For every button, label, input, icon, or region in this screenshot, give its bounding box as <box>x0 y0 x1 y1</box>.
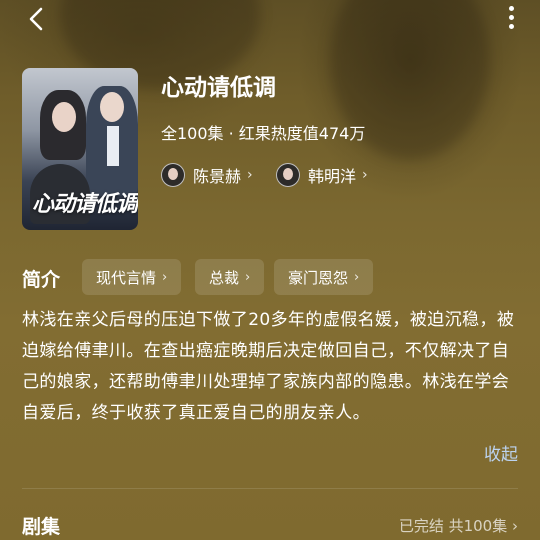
more-dot <box>508 15 514 20</box>
genre-tag[interactable]: 豪门恩怨 › <box>274 259 374 295</box>
chevron-right-icon: › <box>162 269 168 285</box>
poster-face <box>100 92 124 122</box>
actor-link[interactable]: 陈景赫 › <box>161 163 253 187</box>
episodes-status-link[interactable]: 已完结 共100集 › <box>399 515 518 536</box>
drama-meta: 全100集 · 红果热度值474万 <box>161 124 366 143</box>
actor-link[interactable]: 韩明洋 › <box>276 163 368 187</box>
more-dot <box>508 24 514 29</box>
poster-title-logo: 心动请低调 <box>32 191 138 217</box>
actor-avatar <box>161 163 185 187</box>
actor-name: 陈景赫 <box>193 167 242 186</box>
top-bar <box>0 0 540 40</box>
poster-face <box>52 102 76 132</box>
poster-shirt <box>107 126 119 166</box>
chevron-right-icon: › <box>247 167 253 183</box>
tag-label: 豪门恩怨 <box>288 268 349 287</box>
actor-avatar <box>276 163 300 187</box>
drama-title: 心动请低调 <box>161 75 276 101</box>
divider <box>22 488 518 489</box>
genre-tag[interactable]: 现代言情 › <box>82 259 182 295</box>
chevron-left-icon[interactable] <box>22 4 52 34</box>
chevron-right-icon: › <box>362 167 368 183</box>
chevron-right-icon: › <box>354 269 360 285</box>
actor-name: 韩明洋 <box>308 167 357 186</box>
more-vertical-icon[interactable] <box>504 2 518 36</box>
more-dot <box>508 6 514 11</box>
chevron-right-icon: › <box>245 269 251 285</box>
tag-label: 总裁 <box>209 268 240 287</box>
synopsis-heading: 简介 <box>22 269 61 291</box>
genre-tag[interactable]: 总裁 › <box>195 259 265 295</box>
drama-poster[interactable]: 心动请低调 <box>22 68 138 230</box>
tag-label: 现代言情 <box>96 268 157 287</box>
episodes-heading: 剧集 <box>22 516 61 538</box>
synopsis-text: 林浅在亲父后母的压迫下做了20多年的虚假名媛，被迫沉稳，被迫嫁给傅聿川。在查出癌… <box>22 310 515 423</box>
collapse-button[interactable]: 收起 <box>484 440 518 465</box>
